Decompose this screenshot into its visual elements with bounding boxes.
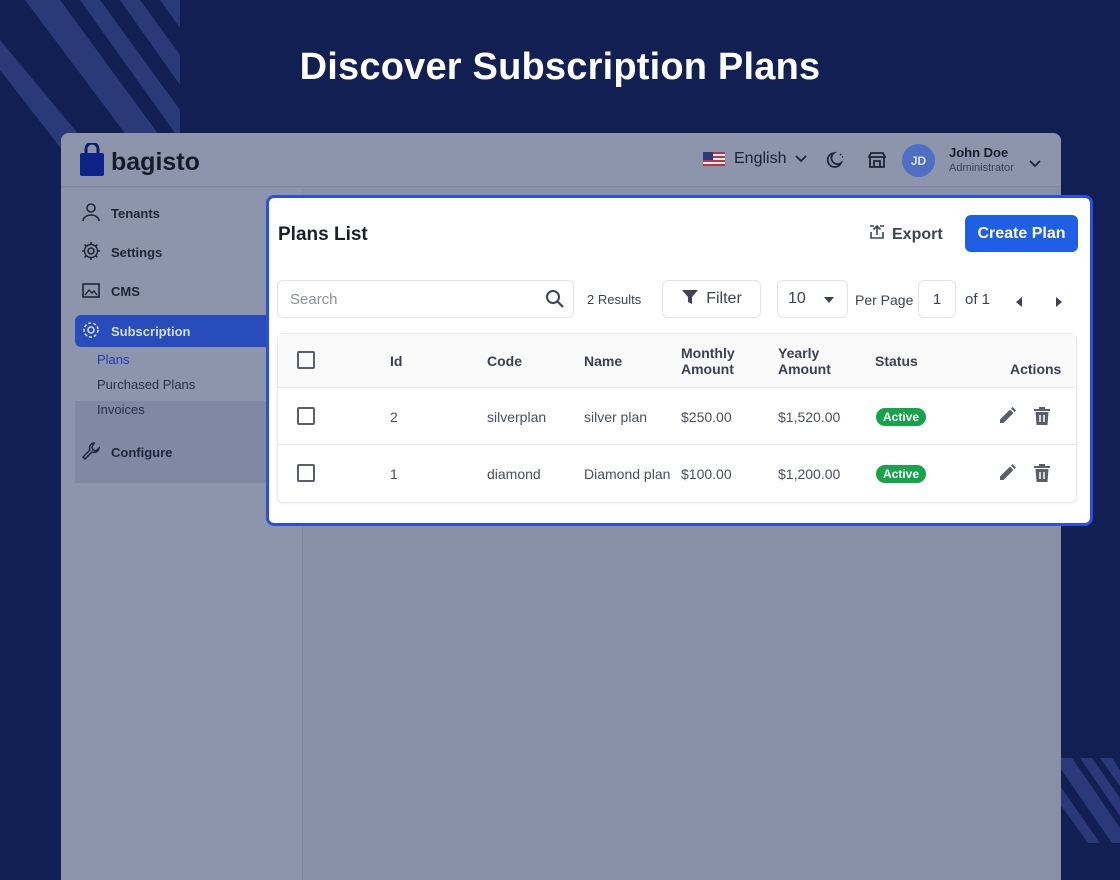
column-header-code[interactable]: Code [487,353,522,369]
results-count: 2 Results [587,292,642,307]
column-header-status[interactable]: Status [875,353,918,369]
user-info[interactable]: John Doe Administrator [949,145,1014,174]
subscription-gear-icon [81,320,101,343]
per-page-select[interactable]: 10 [777,280,848,318]
column-header-monthly-amount[interactable]: Monthly Amount [681,345,735,377]
language-label: English [734,150,787,167]
next-page-icon[interactable] [1055,294,1063,312]
promo-title: Discover Subscription Plans [299,46,821,88]
cell-name: Diamond plan [584,466,671,482]
column-header-yearly-amount[interactable]: Yearly Amount [778,345,831,377]
cell-monthly-amount: $100.00 [681,466,732,482]
delete-trash-icon[interactable] [1033,463,1051,488]
per-page-value: 10 [788,290,806,307]
edit-pencil-icon[interactable] [997,463,1017,488]
table-row: 2 silverplan silver plan $250.00 $1,520.… [278,388,1076,445]
decorative-stripes-bottom-right [1060,758,1120,843]
sidebar-subitem-purchased-plans[interactable]: Purchased Plans [97,377,195,392]
us-flag-icon [703,152,725,166]
cell-monthly-amount: $250.00 [681,409,732,425]
per-page-label: Per Page [855,292,914,308]
logo[interactable]: bagisto [79,141,200,182]
cell-id: 1 [390,466,398,482]
export-icon [868,223,886,246]
column-header-line: Monthly [681,345,735,361]
shopping-bag-icon [79,141,105,182]
row-checkbox[interactable] [297,464,315,482]
gear-icon [81,241,101,264]
sidebar-item-label: Configure [111,444,173,460]
column-header-id[interactable]: Id [390,353,402,369]
edit-pencil-icon[interactable] [997,406,1017,431]
user-menu-chevron-icon[interactable] [1029,155,1041,173]
sidebar-item-label: Subscription [111,323,191,339]
export-label: Export [892,225,943,243]
user-avatar[interactable]: JD [902,144,935,177]
column-header-name[interactable]: Name [584,353,622,369]
table-header: Id Code Name Monthly Amount Yearly Amoun… [278,334,1076,388]
cell-name: silver plan [584,409,648,425]
cell-code: diamond [487,466,541,482]
page-number-input[interactable] [918,280,956,318]
admin-header: bagisto English JD John Doe Administrato… [61,133,1061,187]
chevron-down-icon [795,150,808,168]
previous-page-icon[interactable] [1015,294,1023,312]
wrench-icon [81,441,101,464]
sidebar-subitem-plans[interactable]: Plans [97,352,130,367]
column-header-line: Amount [681,361,734,377]
column-header-actions: Actions [1010,361,1062,377]
search-icon[interactable] [537,289,573,309]
caret-down-icon [823,290,834,308]
sidebar-subitem-invoices[interactable]: Invoices [97,402,145,417]
cell-yearly-amount: $1,520.00 [778,409,841,425]
plans-table: Id Code Name Monthly Amount Yearly Amoun… [277,333,1077,503]
export-button[interactable]: Export [868,223,943,246]
sidebar-item-label: Tenants [111,205,160,221]
page-total-label: of 1 [965,291,991,308]
dark-mode-icon[interactable] [826,150,846,175]
cell-yearly-amount: $1,200.00 [778,466,841,482]
filter-button[interactable]: Filter [662,280,761,318]
search-input[interactable] [278,281,537,317]
user-name: John Doe [949,145,1009,160]
column-header-line: Yearly [778,345,820,361]
cell-id: 2 [390,409,398,425]
column-header-line: Amount [778,361,831,377]
select-all-checkbox[interactable] [297,351,315,369]
search-box [277,280,574,318]
plans-list-card: Plans List Export Create Plan 2 Results … [266,195,1093,526]
status-badge: Active [876,408,927,426]
cell-code: silverplan [487,409,547,425]
table-row: 1 diamond Diamond plan $100.00 $1,200.00… [278,445,1076,502]
status-badge: Active [876,465,927,483]
user-icon [81,202,101,225]
create-plan-button[interactable]: Create Plan [965,215,1078,252]
row-checkbox[interactable] [297,407,315,425]
filter-label: Filter [706,290,742,307]
image-icon [81,280,101,303]
user-role: Administrator [949,162,1014,174]
sidebar-item-label: CMS [111,283,140,299]
logo-text: bagisto [111,148,200,176]
sidebar-item-label: Settings [111,244,163,260]
filter-icon [681,288,699,311]
page-title: Plans List [278,224,368,245]
delete-trash-icon[interactable] [1033,406,1051,431]
storefront-icon[interactable] [867,150,887,175]
language-selector[interactable]: English [703,150,808,168]
